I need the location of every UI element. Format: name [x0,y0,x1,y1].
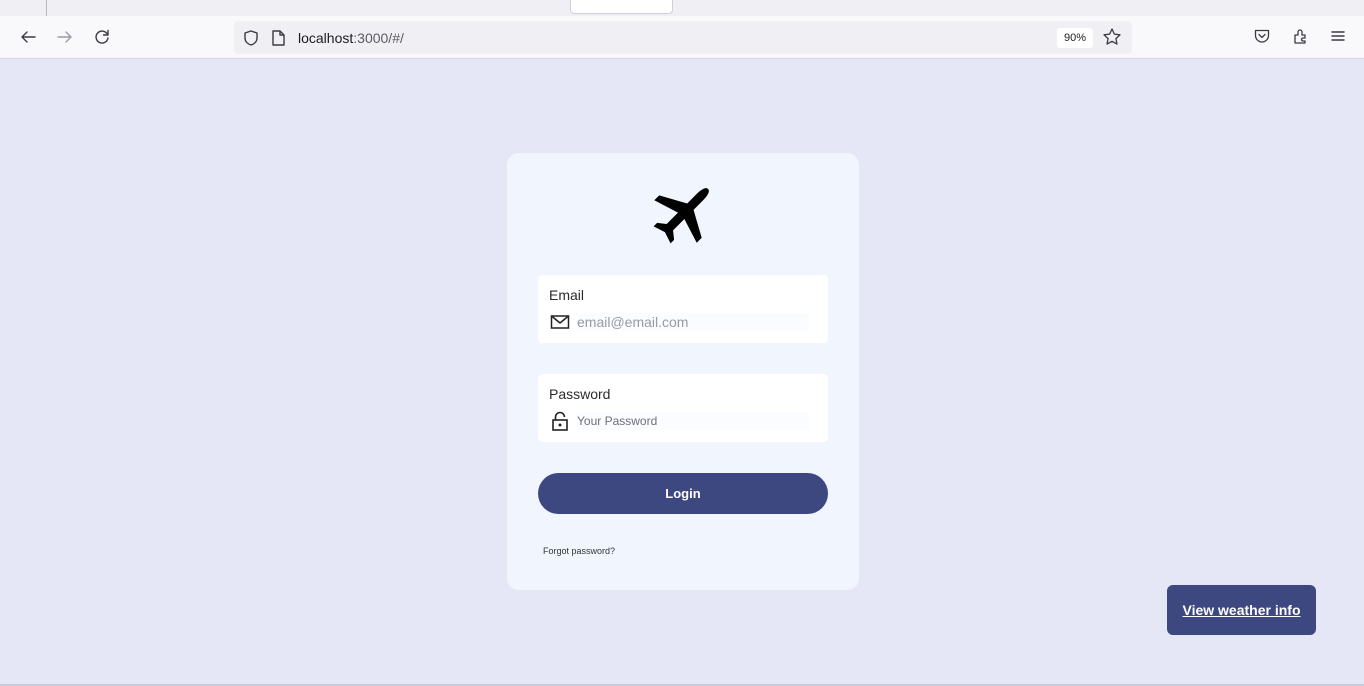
url-path: :3000/#/ [353,30,404,46]
shield-icon[interactable] [242,29,260,47]
reload-button[interactable] [87,22,117,52]
pocket-button[interactable] [1251,25,1273,47]
email-input[interactable] [577,313,809,331]
zoom-level-badge[interactable]: 90% [1057,28,1094,48]
password-field-box: Password [538,374,828,442]
menu-button[interactable] [1327,25,1349,47]
back-arrow-icon [21,31,36,43]
tab-strip [0,0,1364,16]
url-bar[interactable]: localhost:3000/#/ 90% [234,21,1132,54]
page-icon[interactable] [270,29,286,47]
pocket-icon [1254,29,1270,43]
airplane-icon [653,188,709,244]
extensions-button[interactable] [1290,25,1312,47]
hamburger-menu-icon [1331,31,1345,41]
active-tab-edge[interactable] [570,0,673,14]
url-text[interactable]: localhost:3000/#/ [298,30,404,46]
reload-icon [95,29,109,44]
forgot-password-link[interactable]: Forgot password? [543,546,615,556]
extensions-icon [1294,29,1306,44]
envelope-icon [550,315,570,329]
back-button[interactable] [13,22,43,52]
browser-toolbar: localhost:3000/#/ 90% [0,16,1364,59]
forward-button[interactable] [50,22,80,52]
star-icon[interactable] [1102,27,1122,47]
password-label: Password [549,386,611,402]
email-field-box: Email [538,275,828,343]
tab-separator [46,0,47,16]
forward-arrow-icon [57,31,72,43]
password-input[interactable] [577,412,809,430]
lock-icon [552,411,568,431]
view-weather-info-button[interactable]: View weather info [1167,585,1316,635]
login-button[interactable]: Login [538,473,828,514]
url-host: localhost [298,30,354,46]
email-label: Email [549,287,585,303]
login-card: Email Password Login Forgot password? [507,153,859,590]
